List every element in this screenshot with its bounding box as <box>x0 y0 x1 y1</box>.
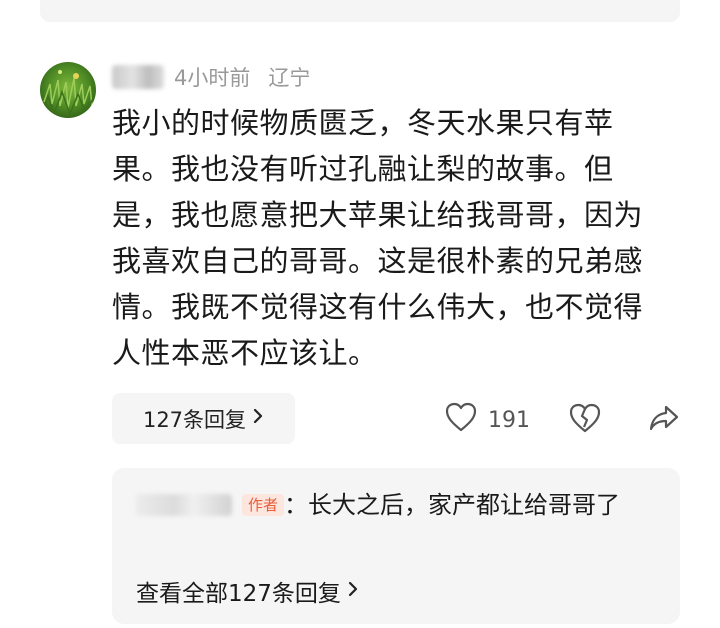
heart-icon <box>444 401 478 439</box>
comment-meta: 4小时前 辽宁 <box>112 62 310 92</box>
reply-preview-content: 作者 ：长大之后，家产都让给哥哥了 <box>136 486 660 524</box>
username-blurred[interactable] <box>112 65 164 89</box>
share-button[interactable] <box>648 402 680 438</box>
chevron-right-icon <box>252 407 264 430</box>
view-all-label: 查看全部127条回复 <box>136 581 341 607</box>
like-button[interactable]: 191 <box>444 401 530 439</box>
reply-count-label: 127条回复 <box>142 407 247 432</box>
reply-preview-box[interactable]: 作者 ：长大之后，家产都让给哥哥了 查看全部127条回复 <box>112 468 680 624</box>
share-icon <box>648 405 680 438</box>
chevron-right-icon <box>347 580 359 603</box>
reply-author-blurred[interactable] <box>136 494 232 516</box>
reply-colon: ： <box>284 491 309 519</box>
avatar[interactable] <box>40 62 96 118</box>
comment-page: 4小时前 辽宁 我小的时候物质匮乏，冬天水果只有苹果。我也没有听过孔融让梨的故事… <box>0 0 720 628</box>
reply-text: 长大之后，家产都让给哥哥了 <box>308 491 621 519</box>
comment-time: 4小时前 <box>174 66 251 90</box>
view-all-replies-link[interactable]: 查看全部127条回复 <box>136 574 359 608</box>
comment-text: 我小的时候物质匮乏，冬天水果只有苹果。我也没有听过孔融让梨的故事。但是，我也愿意… <box>112 106 644 370</box>
reply-count-button[interactable]: 127条回复 <box>112 393 295 444</box>
previous-reply-box[interactable] <box>40 0 680 22</box>
dislike-button[interactable] <box>568 402 602 438</box>
author-badge: 作者 <box>242 494 285 516</box>
avatar-grass-image <box>40 62 96 118</box>
like-count: 191 <box>488 407 530 433</box>
comment-location: 辽宁 <box>268 66 311 90</box>
broken-heart-icon <box>568 403 602 438</box>
